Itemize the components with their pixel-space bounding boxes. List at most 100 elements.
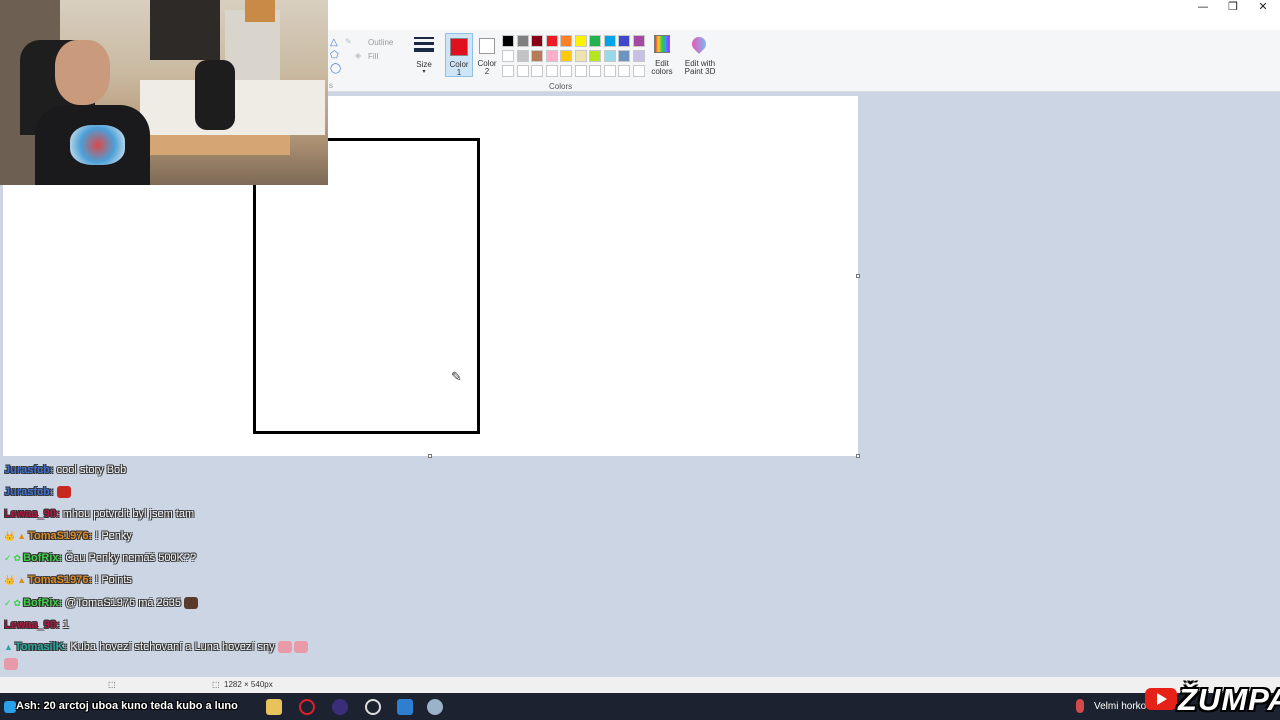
palette-color-swatch[interactable] <box>560 35 572 47</box>
webcam-face <box>55 40 110 105</box>
chat-badge-icon: ✿ <box>13 553 22 563</box>
windows-start-icon[interactable] <box>4 701 16 713</box>
resize-handle-corner[interactable] <box>856 454 860 458</box>
chat-text: @TomaS1976 má 2635 <box>65 597 185 609</box>
palette-color-swatch[interactable] <box>502 35 514 47</box>
minimize-button[interactable]: — <box>1188 0 1218 16</box>
chat-username: TomasilK: <box>14 641 71 653</box>
palette-color-swatch[interactable] <box>589 65 601 77</box>
palette-color-swatch[interactable] <box>618 50 630 62</box>
chat-username: Jurasfcb: <box>4 486 57 498</box>
palette-color-swatch[interactable] <box>545 50 558 62</box>
outline-dropdown[interactable]: Outline <box>368 38 393 47</box>
chat-emote-icon <box>293 641 308 654</box>
chat-username: Jurasfcb: <box>4 464 57 476</box>
palette-color-swatch[interactable] <box>531 35 543 47</box>
chat-message: Lewaa_90: 1 <box>4 617 69 633</box>
file-explorer-icon[interactable] <box>266 699 282 715</box>
chat-message: 👑 ▲ TomaS1976: ! Points <box>4 572 132 588</box>
chat-badge-icon: ✓ <box>4 598 12 608</box>
palette-color-swatch[interactable] <box>531 50 543 62</box>
palette-color-swatch[interactable] <box>589 50 601 62</box>
palette-color-swatch[interactable] <box>632 50 645 62</box>
color2-button[interactable]: Color 2 <box>474 33 502 77</box>
fill-dropdown[interactable]: Fill <box>368 52 378 61</box>
palette-color-swatch[interactable] <box>545 35 558 47</box>
color1-number: 1 <box>456 68 462 77</box>
chat-emote-icon <box>56 486 71 499</box>
palette-color-swatch[interactable] <box>516 35 529 47</box>
color-palette <box>502 35 652 77</box>
selection-icon: ⬚ <box>108 680 116 689</box>
webcam-overlay <box>0 0 328 185</box>
color1-swatch <box>450 38 468 56</box>
paint3d-icon <box>689 34 709 54</box>
palette-color-swatch[interactable] <box>516 50 529 62</box>
chat-message: 👑 ▲ TomaS1976: ! Penky <box>4 528 132 544</box>
webcam-shirt-print <box>70 125 125 165</box>
size-line <box>414 42 434 45</box>
chat-message: ✓ ✿ BofRix: @TomaS1976 má 2635 <box>4 595 200 611</box>
chat-emote-icon <box>4 658 18 671</box>
chat-badge-icon: ▲ <box>17 575 27 585</box>
palette-color-swatch[interactable] <box>560 50 572 62</box>
close-button[interactable]: ✕ <box>1248 0 1278 16</box>
weather-text: Velmi horko <box>1094 701 1147 712</box>
color1-button[interactable]: Color 1 <box>445 33 473 77</box>
paint3d-label-2: Paint 3D <box>684 67 716 76</box>
palette-color-swatch[interactable] <box>618 35 630 47</box>
chat-emote-icon <box>184 597 199 610</box>
triangle-shape-icon[interactable]: △ <box>330 38 338 48</box>
chat-badge-icon: ✿ <box>13 598 22 608</box>
canvas-dimensions: 1282 × 540px <box>224 680 273 689</box>
chat-badge-icon: ▲ <box>17 531 27 541</box>
chat-text: Čau Penky nemáš 500K?? <box>65 552 197 564</box>
edit-with-paint3d-button[interactable]: Edit with Paint 3D <box>682 34 718 79</box>
webcam-shelf <box>150 0 220 60</box>
chat-username: TomaS1976: <box>28 574 96 586</box>
palette-color-swatch[interactable] <box>531 65 543 77</box>
palette-color-swatch[interactable] <box>574 35 587 47</box>
chat-text: cool story Bob <box>56 464 127 476</box>
chat-username: TomaS1976: <box>28 530 96 542</box>
size-line <box>414 48 434 52</box>
palette-color-swatch[interactable] <box>560 65 572 77</box>
chat-username: BofRix: <box>23 597 66 609</box>
palette-color-swatch[interactable] <box>632 35 645 47</box>
palette-color-swatch[interactable] <box>603 65 616 77</box>
chevron-down-icon: ▾ <box>422 69 426 75</box>
chat-message: Jurasfcb: cool story Bob <box>4 462 126 478</box>
palette-color-swatch[interactable] <box>618 65 630 77</box>
callout-shape-icon[interactable]: ◯ <box>330 64 341 74</box>
palette-color-swatch[interactable] <box>516 65 529 77</box>
app-icon[interactable] <box>397 699 413 715</box>
chat-message <box>4 656 20 672</box>
palette-color-swatch[interactable] <box>545 65 558 77</box>
palette-color-swatch[interactable] <box>502 65 514 77</box>
resize-handle-right[interactable] <box>856 274 860 278</box>
opera-icon[interactable] <box>299 699 315 715</box>
chat-message: Jurasfcb: <box>4 484 73 500</box>
resize-handle-bottom[interactable] <box>428 454 432 458</box>
palette-color-swatch[interactable] <box>502 50 514 62</box>
palette-color-swatch[interactable] <box>632 65 645 77</box>
edit-colors-button[interactable]: Edit colors <box>649 35 675 79</box>
palette-color-swatch[interactable] <box>574 65 587 77</box>
webcam-picture <box>245 0 275 22</box>
restore-button[interactable]: ❐ <box>1218 0 1248 16</box>
chat-text: mhou potvrdit byl jsem tam <box>62 508 195 520</box>
chat-badge-icon: 👑 <box>4 531 16 541</box>
obs-icon[interactable] <box>332 699 348 715</box>
palette-color-swatch[interactable] <box>574 50 587 62</box>
paint-icon[interactable] <box>427 699 443 715</box>
chat-username: Lewaa_90: <box>4 508 63 520</box>
size-button[interactable]: Size ▾ <box>410 34 438 78</box>
palette-color-swatch[interactable] <box>603 35 616 47</box>
chrome-icon[interactable] <box>365 699 381 715</box>
chat-message: Lewaa_90: mhou potvrdit byl jsem tam <box>4 506 194 522</box>
pentagon-shape-icon[interactable]: ⬠ <box>330 51 339 61</box>
chat-text: Kuba hovezí stehovaní a Luna hovezí sny <box>70 641 278 653</box>
palette-color-swatch[interactable] <box>603 50 616 62</box>
size-line <box>414 37 434 39</box>
palette-color-swatch[interactable] <box>589 35 601 47</box>
